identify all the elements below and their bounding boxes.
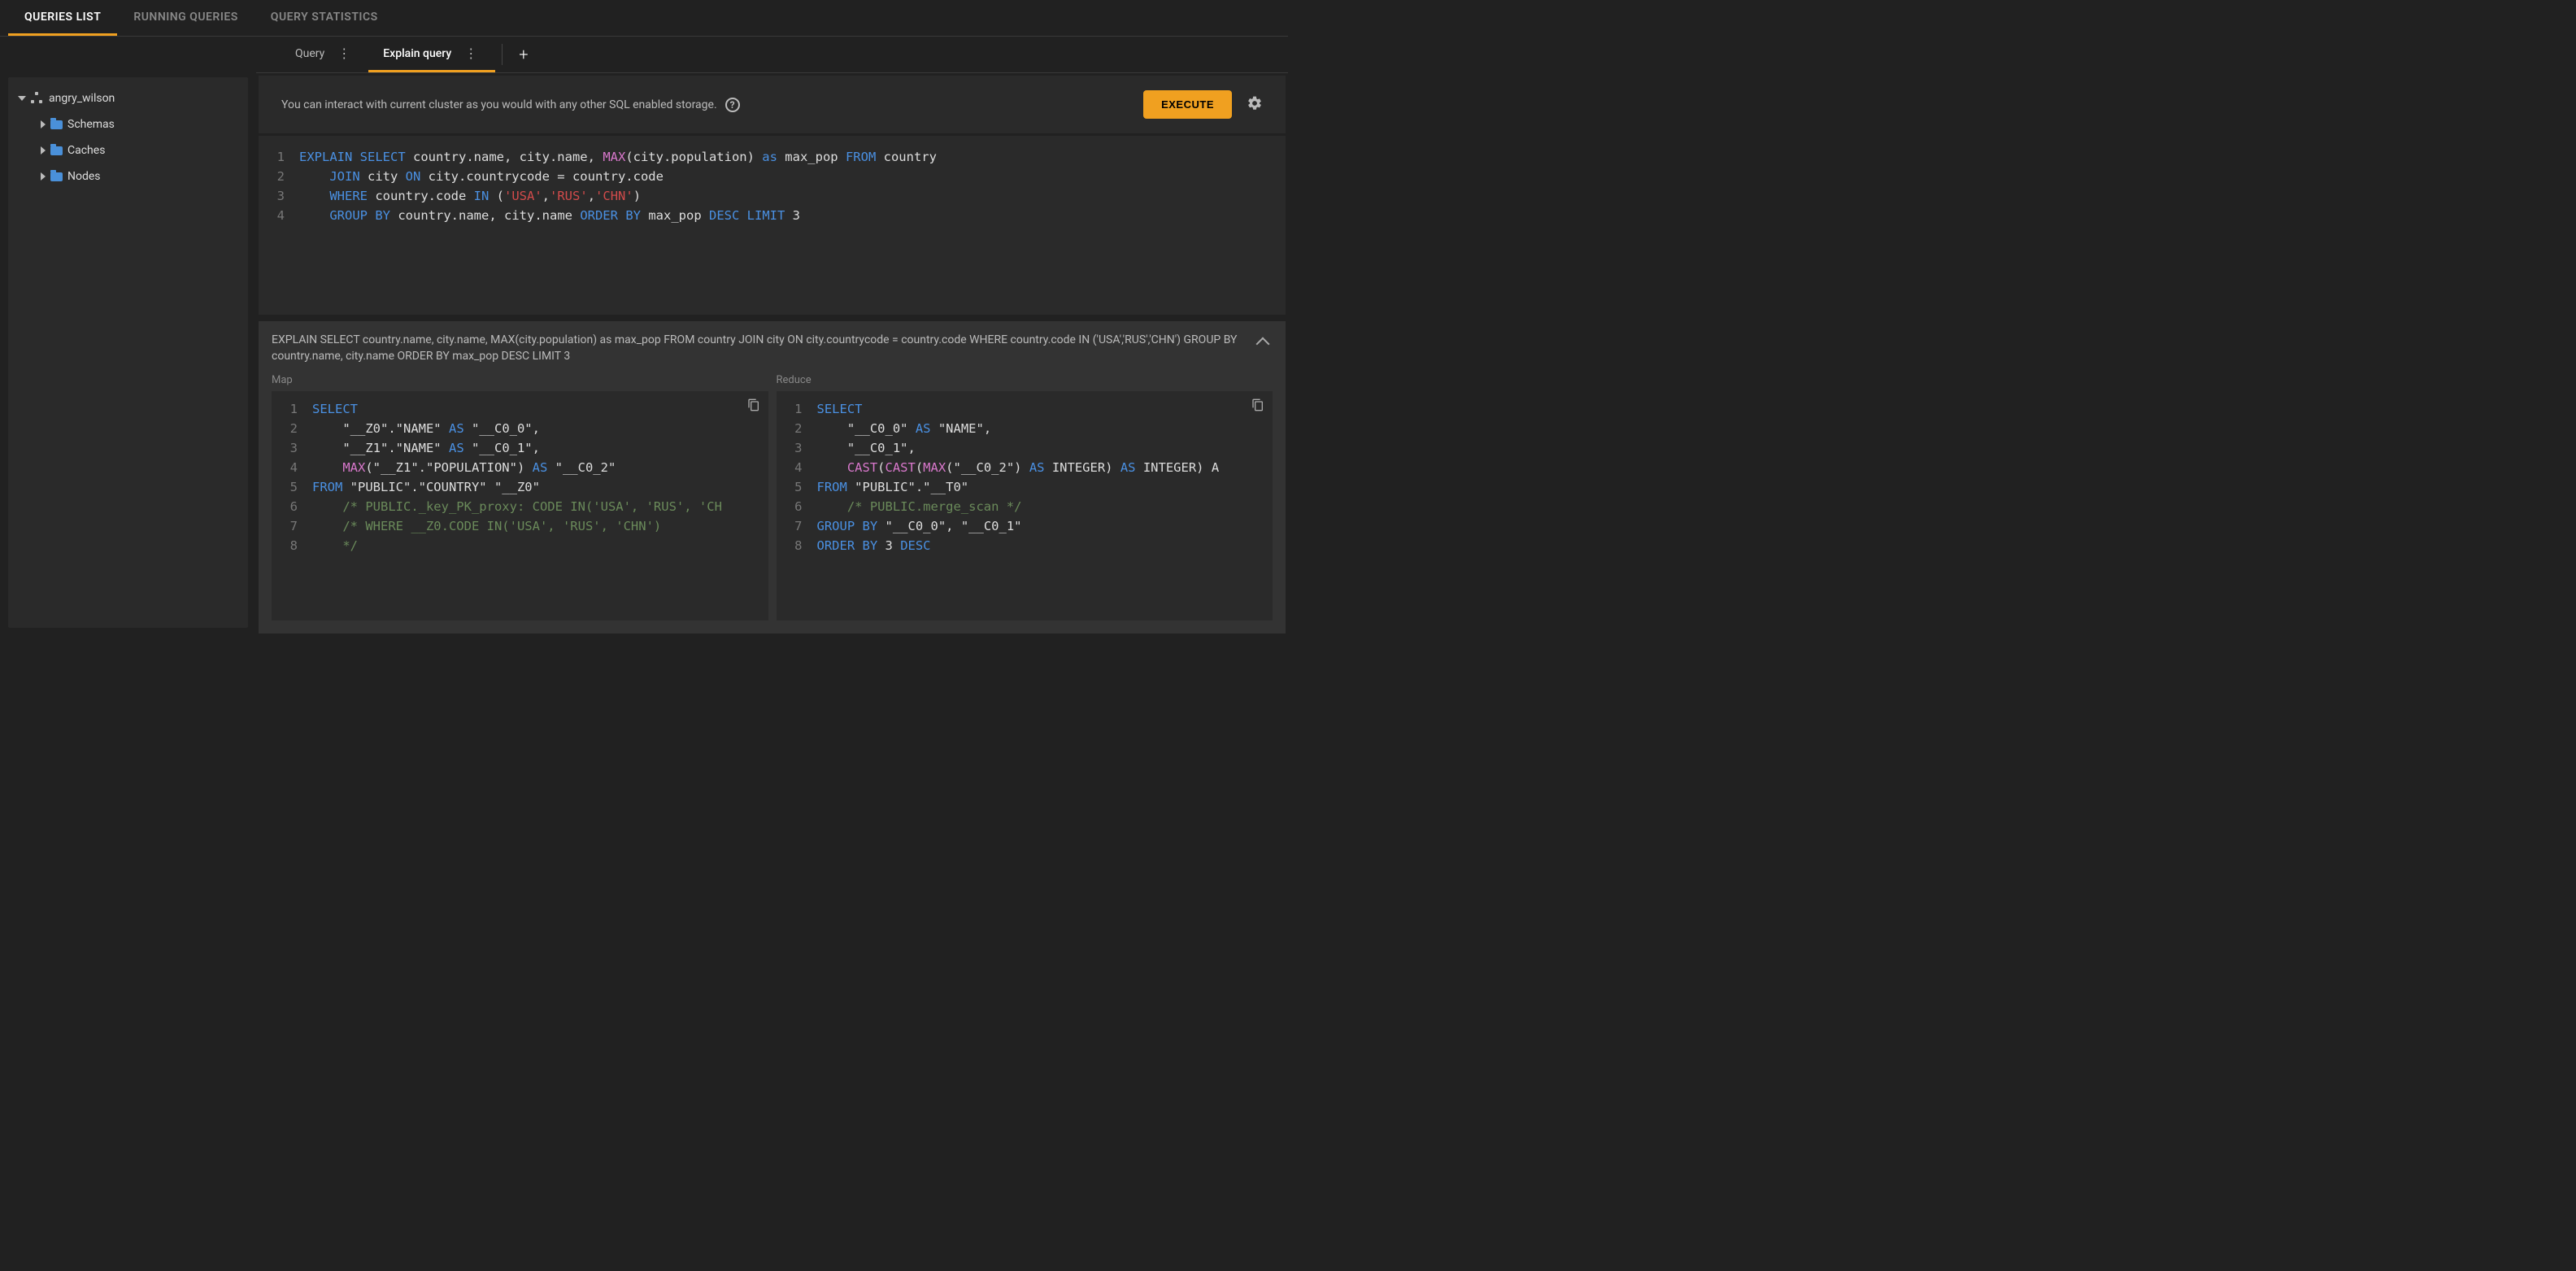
info-bar: You can interact with current cluster as… [259, 76, 1286, 133]
query-tab-explain[interactable]: Explain query ⋮ [368, 37, 495, 72]
line-number: 2 [259, 167, 299, 186]
top-tabs: QUERIES LIST RUNNING QUERIES QUERY STATI… [0, 0, 1288, 37]
chevron-down-icon [18, 96, 26, 101]
tab-running-queries[interactable]: RUNNING QUERIES [117, 0, 254, 36]
line-number: 1 [259, 147, 299, 167]
query-tab-query[interactable]: Query ⋮ [281, 37, 368, 72]
reduce-label: Reduce [777, 374, 1273, 386]
chevron-right-icon [41, 120, 46, 128]
query-tab-label: Query [295, 47, 324, 60]
results-panel: EXPLAIN SELECT country.name, city.name, … [259, 321, 1286, 633]
info-text: You can interact with current cluster as… [281, 98, 717, 111]
sql-editor[interactable]: 1EXPLAIN SELECT country.name, city.name,… [259, 136, 1286, 315]
tree-nodes-label: Nodes [67, 170, 101, 183]
tree-caches-label: Caches [67, 144, 105, 157]
kebab-icon[interactable]: ⋮ [461, 44, 481, 63]
reduce-panel: Reduce 1SELECT 2 "__C0_0" AS "NAME", 3 "… [777, 374, 1273, 620]
tab-queries-list[interactable]: QUERIES LIST [8, 0, 117, 36]
gear-icon[interactable] [1247, 95, 1263, 115]
tree-schemas-label: Schemas [67, 118, 115, 131]
chevron-right-icon [41, 172, 46, 181]
reduce-code[interactable]: 1SELECT 2 "__C0_0" AS "NAME", 3 "__C0_1"… [777, 391, 1273, 620]
sidebar: angry_wilson Schemas Caches Nodes [0, 37, 256, 636]
execute-button[interactable]: EXECUTE [1143, 90, 1232, 119]
main: Query ⋮ Explain query ⋮ + You can intera… [256, 37, 1288, 636]
map-code[interactable]: 1SELECT 2 "__Z0"."NAME" AS "__C0_0", 3 "… [272, 391, 768, 620]
chevron-right-icon [41, 146, 46, 155]
add-tab-button[interactable]: + [509, 45, 537, 64]
query-tabs: Query ⋮ Explain query ⋮ + [256, 37, 1288, 73]
cluster-icon [31, 92, 44, 105]
query-tab-label: Explain query [383, 47, 451, 60]
tree-schemas[interactable]: Schemas [8, 111, 248, 137]
divider [502, 44, 503, 65]
folder-icon [50, 172, 63, 181]
tree-caches[interactable]: Caches [8, 137, 248, 163]
map-panel: Map 1SELECT 2 "__Z0"."NAME" AS "__C0_0",… [272, 374, 768, 620]
map-label: Map [272, 374, 768, 386]
tree-cluster[interactable]: angry_wilson [8, 85, 248, 111]
line-number: 4 [259, 206, 299, 225]
chevron-up-icon[interactable] [1256, 337, 1270, 351]
copy-icon[interactable] [747, 398, 760, 417]
result-header-text: EXPLAIN SELECT country.name, city.name, … [272, 333, 1248, 364]
tree-panel: angry_wilson Schemas Caches Nodes [8, 77, 248, 628]
copy-icon[interactable] [1251, 398, 1264, 417]
tree-cluster-label: angry_wilson [49, 92, 115, 105]
folder-icon [50, 120, 63, 129]
tree-nodes[interactable]: Nodes [8, 163, 248, 189]
folder-icon [50, 146, 63, 155]
help-icon[interactable]: ? [725, 98, 740, 112]
tab-query-statistics[interactable]: QUERY STATISTICS [255, 0, 394, 36]
kebab-icon[interactable]: ⋮ [334, 44, 354, 63]
line-number: 3 [259, 186, 299, 206]
